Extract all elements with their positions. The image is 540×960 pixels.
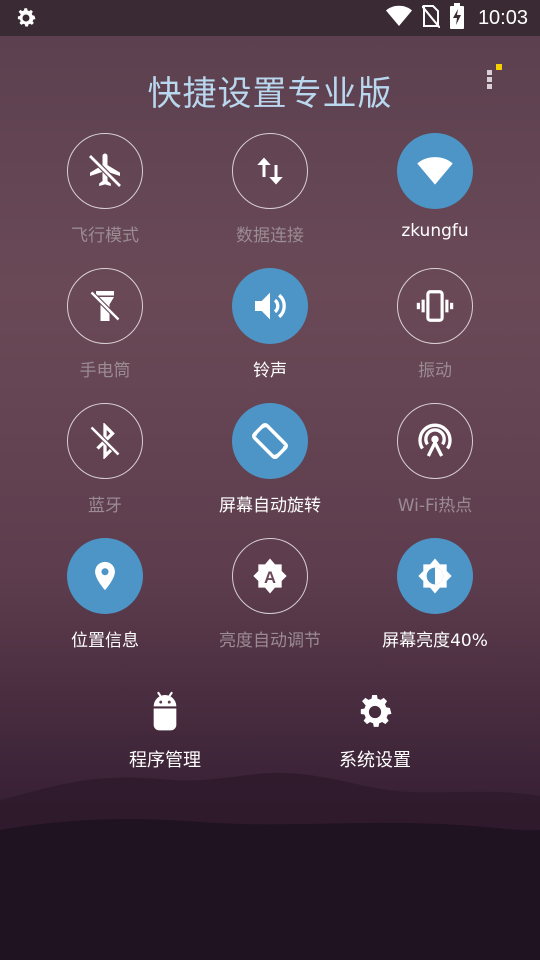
android-icon <box>95 690 235 738</box>
clock-time: 10:03 <box>477 6 528 29</box>
volume-icon[interactable] <box>232 268 308 344</box>
tile-brightness[interactable]: 屏幕亮度40% <box>355 538 515 651</box>
tile-flashlight[interactable]: 手电筒 <box>25 268 185 381</box>
tile-ringer[interactable]: 铃声 <box>190 268 350 381</box>
auto-brightness-icon[interactable]: A <box>232 538 308 614</box>
screen-rotation-icon[interactable] <box>232 403 308 479</box>
tile-bluetooth[interactable]: 蓝牙 <box>25 403 185 516</box>
data-transfer-icon[interactable] <box>232 133 308 209</box>
gear-icon <box>14 6 38 30</box>
wifi-signal-icon <box>385 5 412 31</box>
tile-label: 手电筒 <box>79 361 131 381</box>
tile-label: zkungfu <box>401 221 469 241</box>
tile-label: Wi-Fi热点 <box>397 496 473 516</box>
hotspot-icon[interactable] <box>397 403 473 479</box>
airplane-off-icon[interactable] <box>67 133 143 209</box>
tile-label: 亮度自动调节 <box>219 631 321 651</box>
tile-label: 屏幕自动旋转 <box>219 496 321 516</box>
tile-wifi[interactable]: zkungfu <box>355 133 515 241</box>
tile-label: 位置信息 <box>71 631 139 651</box>
tile-location[interactable]: 位置信息 <box>25 538 185 651</box>
app-title: 快捷设置专业版 <box>147 74 393 114</box>
location-icon[interactable] <box>67 538 143 614</box>
svg-text:A: A <box>264 568 276 587</box>
brightness-icon[interactable] <box>397 538 473 614</box>
tile-vibrate[interactable]: 振动 <box>355 268 515 381</box>
bluetooth-off-icon[interactable] <box>67 403 143 479</box>
tile-label: 数据连接 <box>236 226 304 246</box>
flashlight-off-icon[interactable] <box>67 268 143 344</box>
tile-label: 飞行模式 <box>71 226 139 246</box>
mountain-background <box>0 772 540 960</box>
tile-mobile-data[interactable]: 数据连接 <box>190 133 350 246</box>
wifi-icon[interactable] <box>397 133 473 209</box>
tile-label: 铃声 <box>253 361 287 381</box>
battery-charging-icon <box>449 3 464 33</box>
gear-icon <box>305 690 445 738</box>
tile-auto-rotate[interactable]: 屏幕自动旋转 <box>190 403 350 516</box>
tile-auto-brightness[interactable]: A 亮度自动调节 <box>190 538 350 651</box>
tile-airplane-mode[interactable]: 飞行模式 <box>25 133 185 246</box>
status-bar: 10:03 <box>0 0 540 36</box>
vibrate-icon[interactable] <box>397 268 473 344</box>
tile-label: 屏幕亮度40% <box>382 631 488 651</box>
more-vertical-icon[interactable] <box>484 64 508 92</box>
no-sim-icon <box>421 4 441 32</box>
tile-label: 蓝牙 <box>88 496 122 516</box>
tile-label: 振动 <box>418 361 452 381</box>
tile-hotspot[interactable]: Wi-Fi热点 <box>355 403 515 516</box>
